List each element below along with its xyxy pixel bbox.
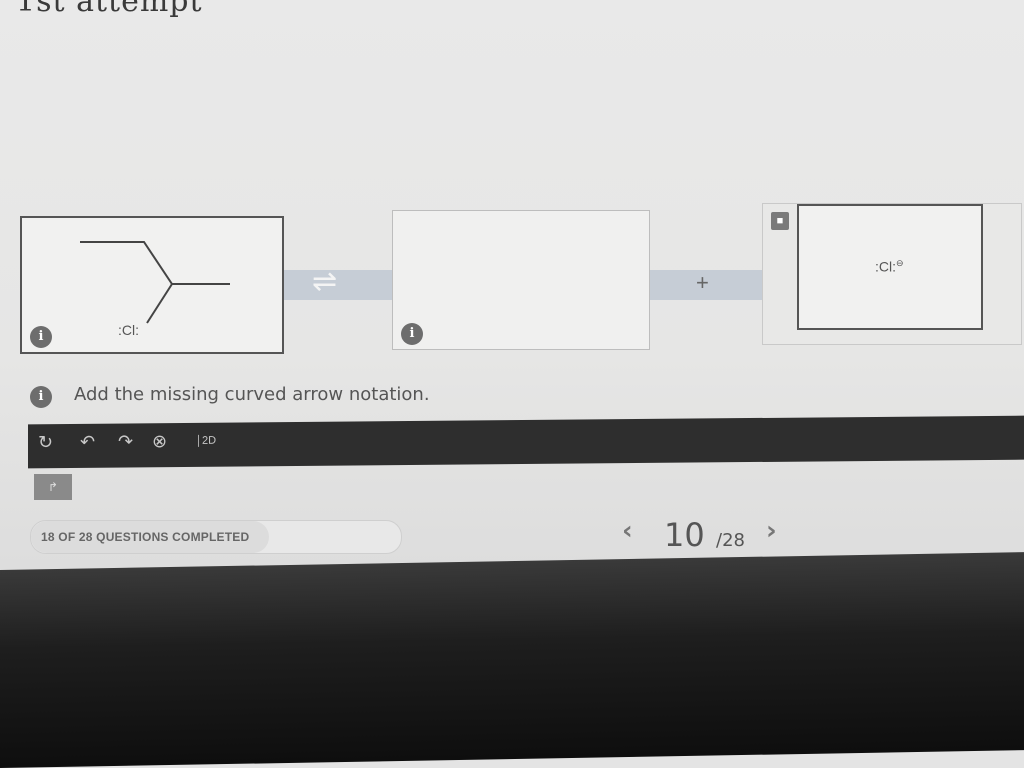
instruction-info-icon: i bbox=[30, 386, 52, 408]
current-question-number: 10 bbox=[664, 516, 705, 554]
equilibrium-arrow-icon: ⇌ bbox=[312, 265, 338, 298]
carbon-skeleton bbox=[80, 241, 230, 285]
curved-arrow-tool-button[interactable]: ↱ bbox=[34, 474, 72, 500]
lock-icon: ■ bbox=[771, 212, 789, 230]
screen: 1st attempt ⇌ + :Cl: i i ■ :Cl:⊖ i Add t… bbox=[0, 0, 1024, 590]
intermediate-info-icon[interactable]: i bbox=[401, 323, 423, 345]
chloride-ion: :Cl:⊖ bbox=[875, 258, 904, 275]
reactant-panel[interactable]: :Cl: i bbox=[20, 216, 284, 354]
negative-charge-icon: ⊖ bbox=[896, 258, 904, 268]
instruction-text: Add the missing curved arrow notation. bbox=[74, 384, 430, 405]
reset-icon[interactable]: ↻ bbox=[38, 432, 53, 453]
c-cl-bond bbox=[146, 283, 173, 324]
reaction-area: ⇌ + :Cl: i i ■ :Cl:⊖ bbox=[0, 190, 1024, 370]
progress-bar: 18 OF 28 QUESTIONS COMPLETED bbox=[30, 520, 402, 554]
reactant-info-icon[interactable]: i bbox=[30, 326, 52, 348]
zoom-icon[interactable]: ⊗ bbox=[152, 431, 167, 452]
plus-sign: + bbox=[696, 270, 709, 295]
plus-connector: + bbox=[650, 270, 764, 300]
intermediate-panel[interactable]: i bbox=[392, 210, 650, 350]
product-panel: :Cl:⊖ bbox=[797, 204, 983, 330]
next-question-button[interactable]: › bbox=[766, 516, 777, 546]
previous-question-button[interactable]: ‹ bbox=[622, 516, 633, 546]
chloride-atom: :Cl: bbox=[875, 258, 896, 275]
total-questions: /28 bbox=[716, 530, 745, 551]
drawing-toolbar: ↻ ↶ ↷ ⊗ 2D bbox=[28, 415, 1024, 469]
equilibrium-connector: ⇌ bbox=[282, 265, 396, 300]
product-locked-box: ■ :Cl:⊖ bbox=[762, 203, 1022, 345]
laptop-bezel bbox=[0, 552, 1024, 768]
2d-view-icon[interactable]: 2D bbox=[198, 434, 217, 447]
reactant-structure bbox=[80, 241, 230, 324]
redo-icon[interactable]: ↷ bbox=[118, 431, 133, 452]
progress-label: 18 OF 28 QUESTIONS COMPLETED bbox=[41, 530, 250, 544]
reactant-chlorine-atom: :Cl: bbox=[118, 322, 139, 338]
undo-icon[interactable]: ↶ bbox=[80, 432, 95, 453]
attempt-heading: 1st attempt bbox=[16, 0, 203, 19]
